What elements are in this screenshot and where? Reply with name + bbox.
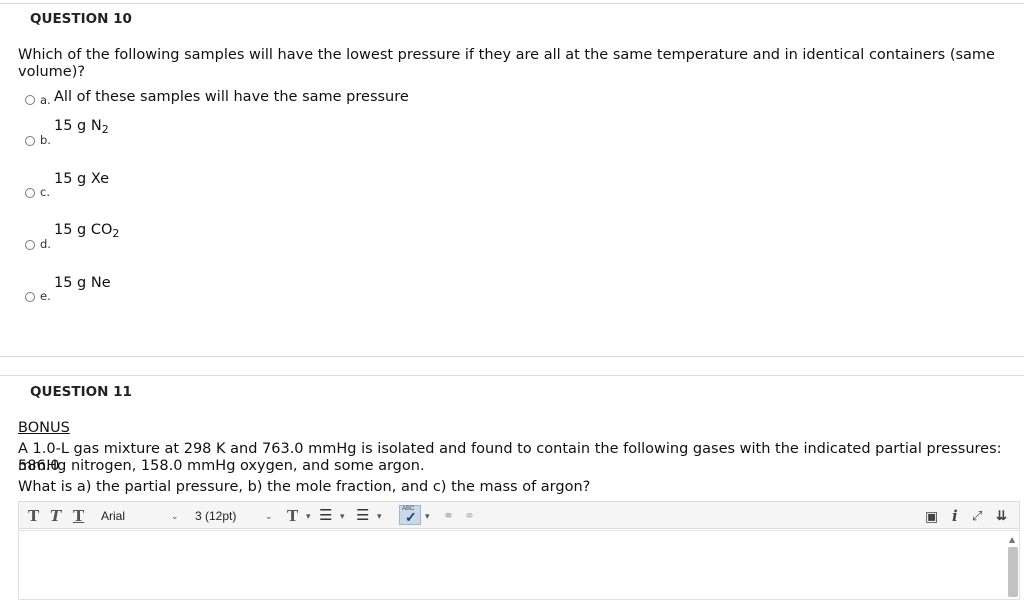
option-d-subscript: 2 xyxy=(112,227,120,240)
answer-editor[interactable] xyxy=(18,530,1020,600)
option-b-formula: 15 g N xyxy=(54,118,102,134)
option-a-text[interactable]: All of these samples will have the same … xyxy=(54,89,409,105)
question-10-text-line1: Which of the following samples will have… xyxy=(18,47,995,63)
spellcheck-check-icon: ✓ xyxy=(405,509,417,525)
question-divider-2 xyxy=(0,375,1024,376)
scrollbar-thumb[interactable] xyxy=(1008,547,1018,597)
text-format-italic-icon[interactable]: T xyxy=(50,506,61,526)
question-10-title: QUESTION 10 xyxy=(30,11,132,27)
numbered-list-icon[interactable]: ☰ xyxy=(356,506,369,526)
option-d-letter: d. xyxy=(40,237,51,251)
font-family-value: Arial xyxy=(101,509,126,523)
option-b-letter: b. xyxy=(40,133,51,147)
editor-toolbar: T T T Arial ⌄ 3 (12pt) ⌄ T ▾ ☰ ▾ ☰ ▾ ABC… xyxy=(18,501,1020,529)
info-icon[interactable]: i xyxy=(952,506,958,526)
option-b-subscript: 2 xyxy=(101,123,109,136)
scroll-up-icon[interactable]: ▲ xyxy=(1009,535,1015,544)
numbered-list-caret-icon[interactable]: ▾ xyxy=(377,506,382,526)
spellcheck-caret-icon[interactable]: ▾ xyxy=(425,506,430,526)
option-d-radio[interactable] xyxy=(25,240,35,250)
text-format-underline-icon[interactable]: T xyxy=(73,506,84,526)
option-e-letter: e. xyxy=(40,289,51,303)
bonus-label: BONUS xyxy=(18,420,70,436)
option-a-radio[interactable] xyxy=(25,95,35,105)
font-family-chevron-down-icon[interactable]: ⌄ xyxy=(171,506,179,526)
insert-link-icon[interactable]: ⚭ xyxy=(443,506,454,526)
option-d-text[interactable]: 15 g CO2 xyxy=(54,222,120,240)
option-c-text[interactable]: 15 g Xe xyxy=(54,171,109,187)
question-divider-1 xyxy=(0,356,1024,357)
text-color-caret-icon[interactable]: ▾ xyxy=(306,506,311,526)
option-e-radio[interactable] xyxy=(25,292,35,302)
top-divider xyxy=(0,3,1024,4)
bulleted-list-icon[interactable]: ☰ xyxy=(319,506,332,526)
font-size-chevron-down-icon[interactable]: ⌄ xyxy=(265,506,273,526)
option-e-text[interactable]: 15 g Ne xyxy=(54,275,111,291)
question-11-title: QUESTION 11 xyxy=(30,384,132,400)
font-size-value: 3 (12pt) xyxy=(195,509,237,523)
option-a-letter: a. xyxy=(40,93,51,107)
preview-monitor-icon[interactable]: ▣ xyxy=(925,506,938,526)
option-b-radio[interactable] xyxy=(25,136,35,146)
editor-scrollbar[interactable]: ▲ xyxy=(1006,533,1020,597)
spellcheck-button[interactable]: ABC ✓ xyxy=(399,505,421,525)
text-color-icon[interactable]: T xyxy=(287,506,298,526)
option-c-radio[interactable] xyxy=(25,188,35,198)
remove-link-icon[interactable]: ⚭ xyxy=(464,506,475,526)
question-10-text-line2: volume)? xyxy=(18,64,86,80)
expand-toolbar-icon[interactable]: ⇊ xyxy=(996,506,1007,526)
option-b-text[interactable]: 15 g N2 xyxy=(54,118,109,136)
option-c-letter: c. xyxy=(40,185,50,199)
font-size-select[interactable]: 3 (12pt) xyxy=(195,506,275,526)
option-d-formula: 15 g CO xyxy=(54,222,113,238)
fullscreen-icon[interactable]: ⤢ xyxy=(972,506,982,526)
bulleted-list-caret-icon[interactable]: ▾ xyxy=(340,506,345,526)
question-11-text-line3: What is a) the partial pressure, b) the … xyxy=(18,479,591,495)
text-format-bold-icon[interactable]: T xyxy=(28,506,39,526)
question-11-text-line2: mmHg nitrogen, 158.0 mmHg oxygen, and so… xyxy=(18,458,425,474)
